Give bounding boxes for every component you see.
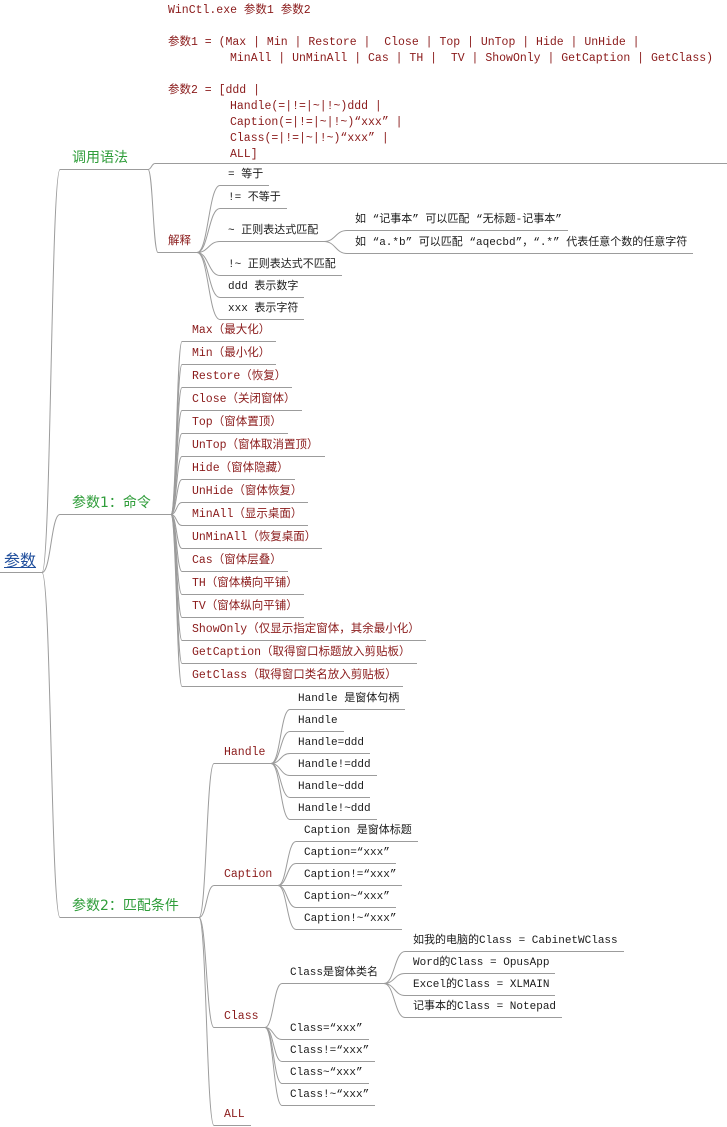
command-item: MinAll（显示桌面） xyxy=(182,507,309,526)
connector-line xyxy=(41,514,61,573)
command-item: ShowOnly（仅显示指定窗体，其余最小化） xyxy=(182,622,426,641)
syntax-text-block: WinCtl.exe 参数1 参数2 参数1 = (Max | Min | Re… xyxy=(155,3,727,164)
connector-line xyxy=(41,572,61,918)
connector-line xyxy=(277,885,297,908)
handle-topic: Handle xyxy=(214,745,272,764)
connector-line xyxy=(264,1027,283,1084)
command-item: TV（窗体纵向平铺） xyxy=(182,599,304,618)
command-item: UnTop（窗体取消置顶） xyxy=(182,438,325,457)
class-item: Class!~“xxx” xyxy=(282,1087,376,1106)
syntax-line: Class(=|!=|~|!~)“xxx” | xyxy=(230,132,389,145)
syntax-line: Caption(=|!=|~|!~)“xxx” | xyxy=(230,116,403,129)
explain-item: != 不等于 xyxy=(220,190,287,209)
command-item: UnHide（窗体恢复） xyxy=(182,484,309,503)
mind-map: 参数 调用语法 WinCtl.exe 参数1 参数2 参数1 = (Max | … xyxy=(0,0,727,1127)
handle-item: Handle xyxy=(290,713,344,732)
command-item: TH（窗体横向平铺） xyxy=(182,576,304,595)
class-example: 记事本的Class = Notepad xyxy=(405,999,563,1018)
connector-line xyxy=(277,841,297,886)
connector-line xyxy=(170,364,183,515)
connector-line xyxy=(323,230,348,242)
syntax-blank-line xyxy=(168,67,727,83)
handle-item: Handle 是窗体句柄 xyxy=(290,691,406,710)
connector-line xyxy=(270,709,291,764)
connector-line xyxy=(264,983,283,1028)
caption-item: Caption=“xxx” xyxy=(296,845,396,864)
all-topic: ALL xyxy=(214,1107,251,1126)
caption-item: Caption!=“xxx” xyxy=(296,867,403,886)
command-item: Max（最大化） xyxy=(182,323,277,342)
handle-item: Handle~ddd xyxy=(290,779,371,798)
connector-line xyxy=(196,252,221,276)
command-item: Restore（恢复） xyxy=(182,369,293,388)
command-item: Top（窗体置顶） xyxy=(182,415,288,434)
command-item: UnMinAll（恢复桌面） xyxy=(182,530,323,549)
branch-param1-commands: 参数1：命令 xyxy=(60,494,171,515)
command-item: Cas（窗体层叠） xyxy=(182,553,288,572)
root-topic-label[interactable]: 参数 xyxy=(4,551,36,570)
root-topic[interactable]: 参数 xyxy=(0,551,43,573)
class-item: Class!=“xxx” xyxy=(282,1043,376,1062)
connector-line xyxy=(383,983,406,1018)
connector-line xyxy=(277,863,297,886)
explain-item: = 等于 xyxy=(220,167,270,186)
syntax-line: 参数1 = (Max | Min | Restore | Close | Top… xyxy=(168,36,640,49)
syntax-blank-line xyxy=(168,19,727,35)
connector-line xyxy=(323,241,348,254)
class-item: Class=“xxx” xyxy=(282,1021,369,1040)
connector-line xyxy=(41,169,61,573)
branch-call-syntax: 调用语法 xyxy=(60,149,148,170)
class-topic: Class xyxy=(214,1009,265,1028)
caption-topic: Caption xyxy=(214,867,279,886)
connector-line xyxy=(147,163,156,170)
class-example: Excel的Class = XLMAIN xyxy=(405,977,556,996)
explain-topic: 解释 xyxy=(158,234,197,253)
command-item: GetCaption（取得窗口标题放入剪贴板） xyxy=(182,645,417,664)
caption-item: Caption!~“xxx” xyxy=(296,911,403,930)
handle-item: Handle!~ddd xyxy=(290,801,377,820)
handle-item: Handle!=ddd xyxy=(290,757,377,776)
explain-item: ddd 表示数字 xyxy=(220,279,305,298)
command-item: Hide（窗体隐藏） xyxy=(182,461,295,480)
connector-line xyxy=(147,169,159,253)
command-item: GetClass（取得窗口类名放入剪贴板） xyxy=(182,668,403,687)
syntax-line: Handle(=|!=|~|!~)ddd | xyxy=(230,100,382,113)
connector-line xyxy=(196,208,221,253)
connector-line xyxy=(198,763,215,918)
explain-item: !~ 正则表达式不匹配 xyxy=(220,257,342,276)
regex-example: 如 “a.*b” 可以匹配 “aqecbd”，“.*” 代表任意个数的任意字符 xyxy=(347,235,694,254)
connector-line xyxy=(270,763,291,820)
class-item: Class~“xxx” xyxy=(282,1065,369,1084)
class-example: 如我的电脑的Class = CabinetWClass xyxy=(405,933,624,952)
class-desc-topic: Class是窗体类名 xyxy=(282,965,385,984)
syntax-line: MinAll | UnMinAll | Cas | TH | TV | Show… xyxy=(230,52,714,65)
regex-example: 如 “记事本” 可以匹配 “无标题-记事本” xyxy=(347,212,568,231)
class-example: Word的Class = OpusApp xyxy=(405,955,556,974)
explain-item: xxx 表示字符 xyxy=(220,301,305,320)
connector-line xyxy=(196,252,221,320)
syntax-line: 参数2 = [ddd | xyxy=(168,84,261,97)
caption-item: Caption 是窗体标题 xyxy=(296,823,418,842)
syntax-line: WinCtl.exe 参数1 参数2 xyxy=(168,4,311,17)
command-item: Close（关闭窗体） xyxy=(182,392,302,411)
explain-item: ~ 正则表达式匹配 xyxy=(220,223,325,242)
branch-param2-match: 参数2：匹配条件 xyxy=(60,897,199,918)
syntax-line: ALL] xyxy=(230,148,258,161)
handle-item: Handle=ddd xyxy=(290,735,371,754)
command-item: Min（最小化） xyxy=(182,346,277,365)
caption-item: Caption~“xxx” xyxy=(296,889,396,908)
connector-line xyxy=(277,885,297,930)
